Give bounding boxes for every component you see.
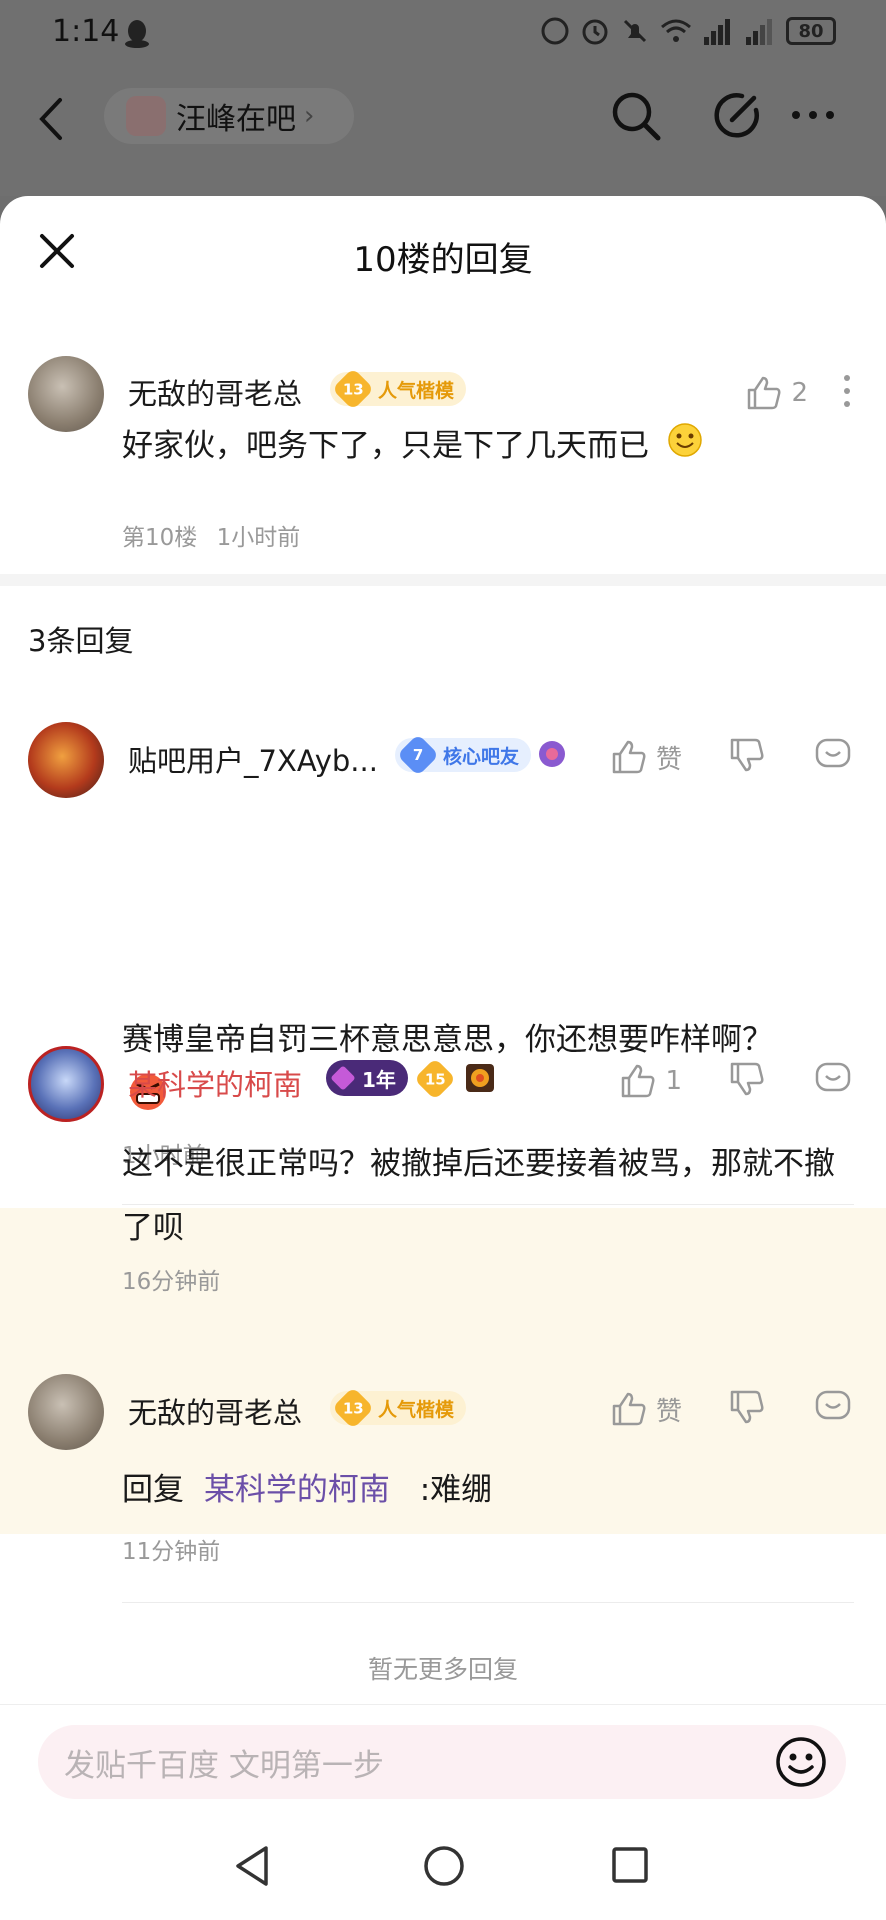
- nav-back-icon[interactable]: [232, 1844, 272, 1892]
- forum-name: 汪峰在吧: [176, 102, 296, 137]
- status-time: 1:14: [52, 14, 120, 49]
- badge-label: 人气楷模: [378, 379, 455, 402]
- reply-input-placeholder: 发贴千百度 文明第一步: [64, 1747, 384, 1784]
- thumb-down-icon[interactable]: [728, 736, 766, 778]
- reply-prefix: 回复: [122, 1472, 184, 1508]
- reply-time: 16分钟前: [122, 1269, 221, 1295]
- badge-label: 核心吧友: [443, 745, 520, 768]
- hd-icon: [540, 16, 570, 46]
- avatar[interactable]: [28, 1374, 104, 1450]
- chevron-right-icon: ›: [304, 101, 315, 131]
- forum-avatar: [126, 96, 166, 136]
- status-icons: 80: [540, 16, 836, 46]
- avatar[interactable]: [28, 1046, 104, 1122]
- reply-actions: 赞: [610, 736, 852, 778]
- like-count: 1: [665, 1066, 682, 1096]
- level-number: 13: [331, 1386, 375, 1430]
- post-actions: 2: [745, 372, 852, 414]
- reply-text: 回复 某科学的柯南 :难绷: [122, 1458, 856, 1522]
- signal-icon-2: [744, 17, 776, 45]
- reply-comment-icon[interactable]: [814, 736, 852, 778]
- alarm-icon: [580, 16, 610, 46]
- reply-count: 3条回复: [28, 624, 134, 658]
- thumb-up-icon: [748, 376, 781, 410]
- reply-text: 这不是很正常吗？被撤掉后还要接着被骂，那就不撤了呗: [122, 1146, 835, 1246]
- username[interactable]: 无敌的哥老总: [128, 1390, 302, 1432]
- like-button[interactable]: 1: [619, 1062, 682, 1100]
- signal-icon-1: [702, 17, 734, 45]
- more-options-icon[interactable]: [788, 90, 838, 144]
- reply-input[interactable]: 发贴千百度 文明第一步: [38, 1725, 846, 1799]
- sheet-header: 10楼的回复: [0, 196, 886, 306]
- avatar[interactable]: [28, 356, 104, 432]
- search-icon[interactable]: [610, 90, 662, 146]
- purple-medal-icon: [536, 738, 568, 774]
- level-badge: 7 核心吧友: [395, 733, 532, 777]
- thumb-up-icon: [612, 740, 646, 774]
- like-button[interactable]: 2: [745, 374, 808, 412]
- reply-comment-icon[interactable]: [814, 1388, 852, 1430]
- badge-label: 人气楷模: [378, 1398, 455, 1421]
- post-time: 1小时前: [216, 525, 301, 551]
- thumb-up-icon: [622, 1064, 655, 1098]
- level-number: 13: [331, 367, 375, 411]
- battery-icon: 80: [786, 17, 836, 45]
- like-label: 赞: [655, 1396, 682, 1427]
- reply-to-link[interactable]: 某科学的柯南: [204, 1472, 390, 1508]
- gold-medal-icon: [464, 1062, 496, 1098]
- nav-recents-icon[interactable]: [610, 1844, 650, 1892]
- back-arrow-icon[interactable]: [36, 94, 66, 148]
- avatar[interactable]: [28, 722, 104, 798]
- mute-icon: [620, 16, 650, 46]
- divider: [122, 1602, 854, 1603]
- section-divider: [0, 574, 886, 586]
- emoji-icon[interactable]: [774, 1735, 828, 1797]
- floor-label: 第10楼: [122, 525, 198, 551]
- reply-sheet: 10楼的回复 无敌的哥老总 13 人气楷模 2 好家伙，吧务下了，只是下了几天而…: [0, 196, 886, 1920]
- forum-top-nav: 汪峰在吧 ›: [0, 66, 886, 196]
- reply-time: 11分钟前: [122, 1539, 221, 1565]
- level-number: 7: [396, 733, 440, 777]
- like-button[interactable]: 赞: [610, 1390, 682, 1428]
- reply-comment-icon[interactable]: [814, 1060, 852, 1102]
- tenure-label: 1年: [362, 1067, 396, 1092]
- smile-emoji-icon: [667, 416, 703, 480]
- thumb-down-icon[interactable]: [728, 1060, 766, 1102]
- wifi-icon: [660, 17, 692, 45]
- tenure-badge: 1年: [326, 1060, 408, 1096]
- reply-actions: 1: [619, 1060, 852, 1102]
- system-nav-bar: [0, 1824, 886, 1920]
- more-vertical-icon[interactable]: [842, 372, 852, 414]
- username[interactable]: 贴吧用户_7XAyb...: [128, 738, 378, 780]
- post-text: 好家伙，吧务下了，只是下了几天而已: [122, 414, 856, 480]
- sheet-title: 10楼的回复: [353, 240, 533, 280]
- username[interactable]: 无敌的哥老总: [128, 371, 302, 413]
- like-count: 2: [791, 378, 808, 408]
- thumb-down-icon[interactable]: [728, 1388, 766, 1430]
- level-badge: 13 人气楷模: [330, 367, 467, 411]
- post-meta: 第10楼 1小时前: [122, 518, 300, 552]
- reply-bar: 发贴千百度 文明第一步: [0, 1704, 886, 1824]
- like-button[interactable]: 赞: [610, 738, 682, 776]
- like-label: 赞: [655, 744, 682, 775]
- no-more-replies: 暂无更多回复: [367, 1655, 518, 1684]
- qq-notification-icon: [124, 18, 150, 52]
- username[interactable]: 某科学的柯南: [128, 1062, 302, 1104]
- forum-entry[interactable]: 汪峰在吧 ›: [104, 88, 354, 144]
- reply-actions: 赞: [610, 1388, 852, 1430]
- reply-body: :难绷: [419, 1472, 493, 1508]
- status-bar: 1:14 80: [0, 0, 886, 66]
- level-badge: 15: [413, 1057, 460, 1101]
- thumb-up-icon: [612, 1392, 646, 1426]
- nav-home-icon[interactable]: [422, 1844, 466, 1892]
- level-badge: 13 人气楷模: [330, 1386, 467, 1430]
- edit-post-icon[interactable]: [712, 90, 762, 144]
